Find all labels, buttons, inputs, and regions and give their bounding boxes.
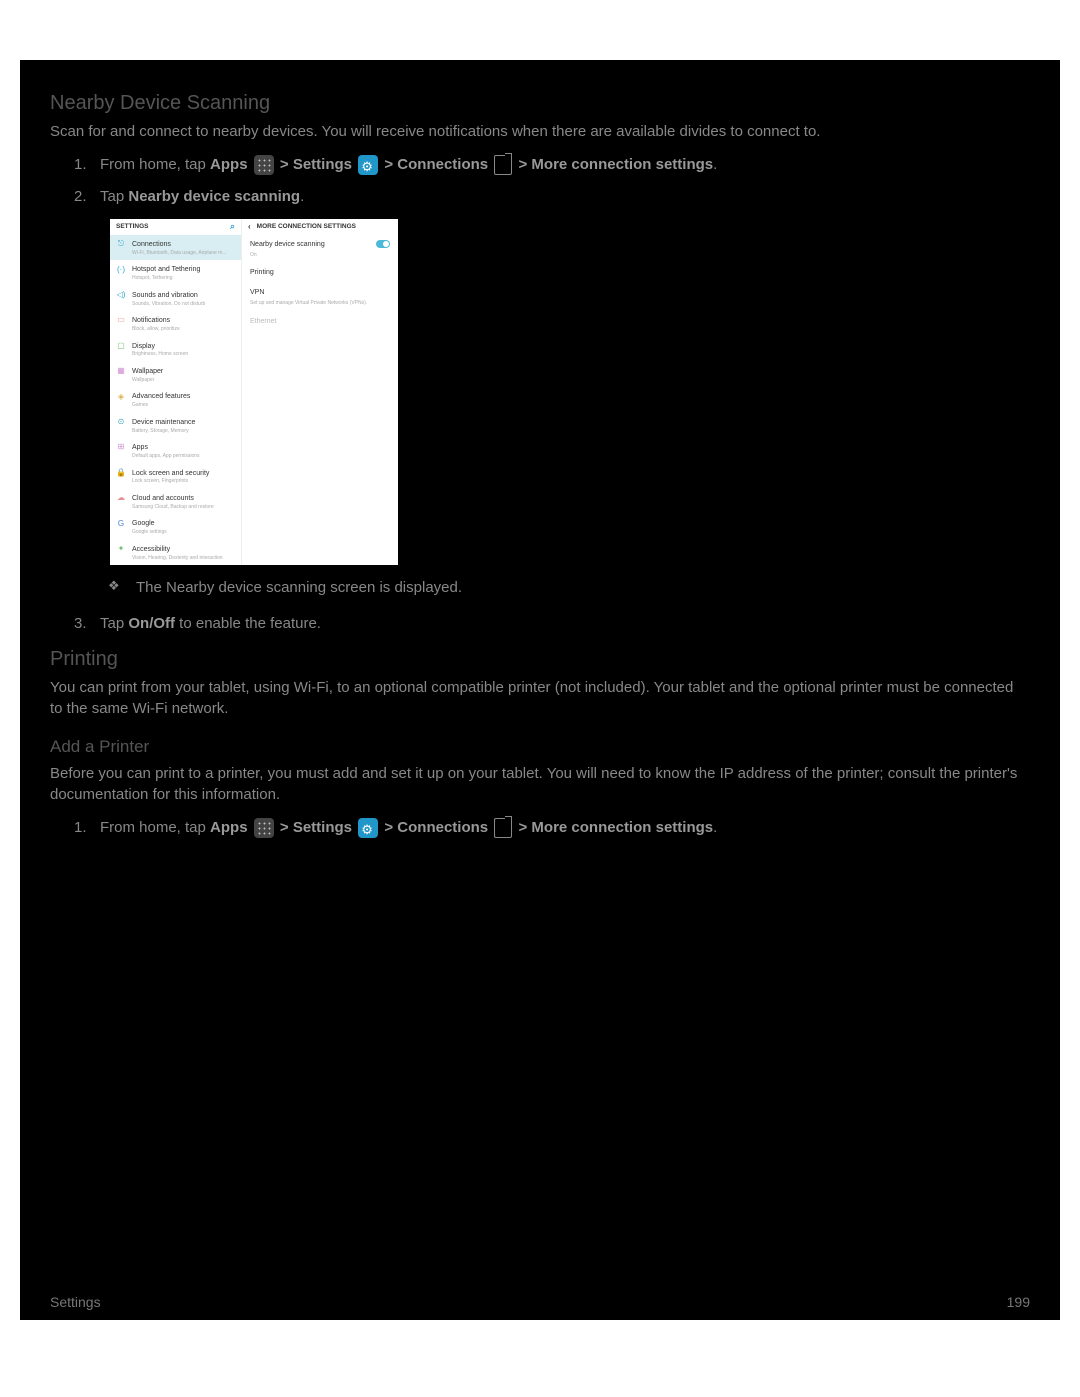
search-icon[interactable]: ⌕ [230,219,235,234]
add-printer-intro: Before you can print to a printer, you m… [50,763,1030,805]
connections-icon [494,155,512,175]
step-1: 1. From home, tap Apps > Settings > Conn… [100,152,1030,178]
step-2: 2. Tap Nearby device scanning. SETTINGS … [100,184,1030,601]
item-icon: ▭ [116,315,126,325]
settings-icon [358,818,378,838]
setting-printing[interactable]: Printing [242,263,398,283]
item-icon: ⊞ [116,442,126,452]
item-icon: G [116,518,126,528]
item-icon: ☁ [116,493,126,503]
sidebar-item-cloud-and-accounts[interactable]: ☁Cloud and accountsSamsung Cloud, Backup… [110,489,241,514]
sidebar-item-hotspot-and-tethering[interactable]: (·)Hotspot and TetheringHotspot, Tetheri… [110,260,241,285]
item-icon: ▦ [116,366,126,376]
page-footer: Settings 199 [50,1294,1030,1310]
item-icon: ▢ [116,341,126,351]
item-icon: ✦ [116,544,126,554]
label-connections: Connections [397,156,488,173]
sidebar-item-notifications[interactable]: ▭NotificationsBlock, allow, prioritize [110,311,241,336]
item-icon: (·) [116,264,126,274]
back-icon[interactable]: ‹ [248,220,251,234]
sidebar-item-apps[interactable]: ⊞AppsDefault apps, App permissions [110,438,241,463]
sidebar-item-wallpaper[interactable]: ▦WallpaperWallpaper [110,362,241,387]
label-more-conn: More connection settings [531,156,713,173]
sidebar-item-sounds-and-vibration[interactable]: ◁)Sounds and vibrationSounds, Vibration,… [110,286,241,311]
item-icon: ◈ [116,391,126,401]
steps-list-2: 1. From home, tap Apps > Settings > Conn… [50,815,1030,841]
label-apps: Apps [210,156,248,173]
step-1b: 1. From home, tap Apps > Settings > Conn… [100,815,1030,841]
step-2-result: The Nearby device scanning screen is dis… [100,575,1030,601]
section-heading-printing: Printing [50,648,1030,671]
mock-right-pane: ‹ MORE CONNECTION SETTINGS Nearby device… [242,219,398,565]
setting-ethernet[interactable]: Ethernet [242,312,398,332]
sidebar-item-accessibility[interactable]: ✦AccessibilityVision, Hearing, Dexterity… [110,540,241,565]
label-settings: Settings [293,156,352,173]
item-icon: ⊙ [116,417,126,427]
toggle-switch[interactable] [376,240,390,248]
sidebar-item-connections[interactable]: ⎋ConnectionsWi-Fi, Bluetooth, Data usage… [110,235,241,260]
settings-screenshot: SETTINGS ⌕ ⎋ConnectionsWi-Fi, Bluetooth,… [110,219,398,565]
item-icon: ◁) [116,290,126,300]
mock-right-header: ‹ MORE CONNECTION SETTINGS [242,219,398,235]
footer-page-number: 199 [1007,1294,1030,1310]
sidebar-item-device-maintenance[interactable]: ⊙Device maintenanceBattery, Storage, Mem… [110,413,241,438]
printing-intro: You can print from your tablet, using Wi… [50,677,1030,719]
apps-icon [254,818,274,838]
sidebar-item-google[interactable]: GGoogleGoogle settings [110,514,241,539]
sidebar-item-display[interactable]: ▢DisplayBrightness, Home screen [110,337,241,362]
settings-icon [358,155,378,175]
section-heading-nearby: Nearby Device Scanning [50,92,1030,115]
connections-icon [494,818,512,838]
item-icon: 🔒 [116,468,126,478]
sidebar-item-advanced-features[interactable]: ◈Advanced featuresGames [110,387,241,412]
apps-icon [254,155,274,175]
setting-vpn[interactable]: VPNSet up and manage Virtual Private Net… [242,283,398,311]
sidebar-item-lock-screen-and-security[interactable]: 🔒Lock screen and securityLock screen, Fi… [110,464,241,489]
mock-left-header: SETTINGS ⌕ [110,219,241,235]
document-page: Nearby Device Scanning Scan for and conn… [20,60,1060,1320]
step-3: 3. Tap On/Off to enable the feature. [100,611,1030,637]
mock-left-pane: SETTINGS ⌕ ⎋ConnectionsWi-Fi, Bluetooth,… [110,219,242,565]
steps-list: 1. From home, tap Apps > Settings > Conn… [50,152,1030,636]
subsection-add-printer: Add a Printer [50,737,1030,757]
footer-section: Settings [50,1294,101,1310]
intro-paragraph: Scan for and connect to nearby devices. … [50,121,1030,142]
setting-nearby-device-scanning[interactable]: Nearby device scanningOn [242,235,398,263]
item-icon: ⎋ [116,239,126,249]
